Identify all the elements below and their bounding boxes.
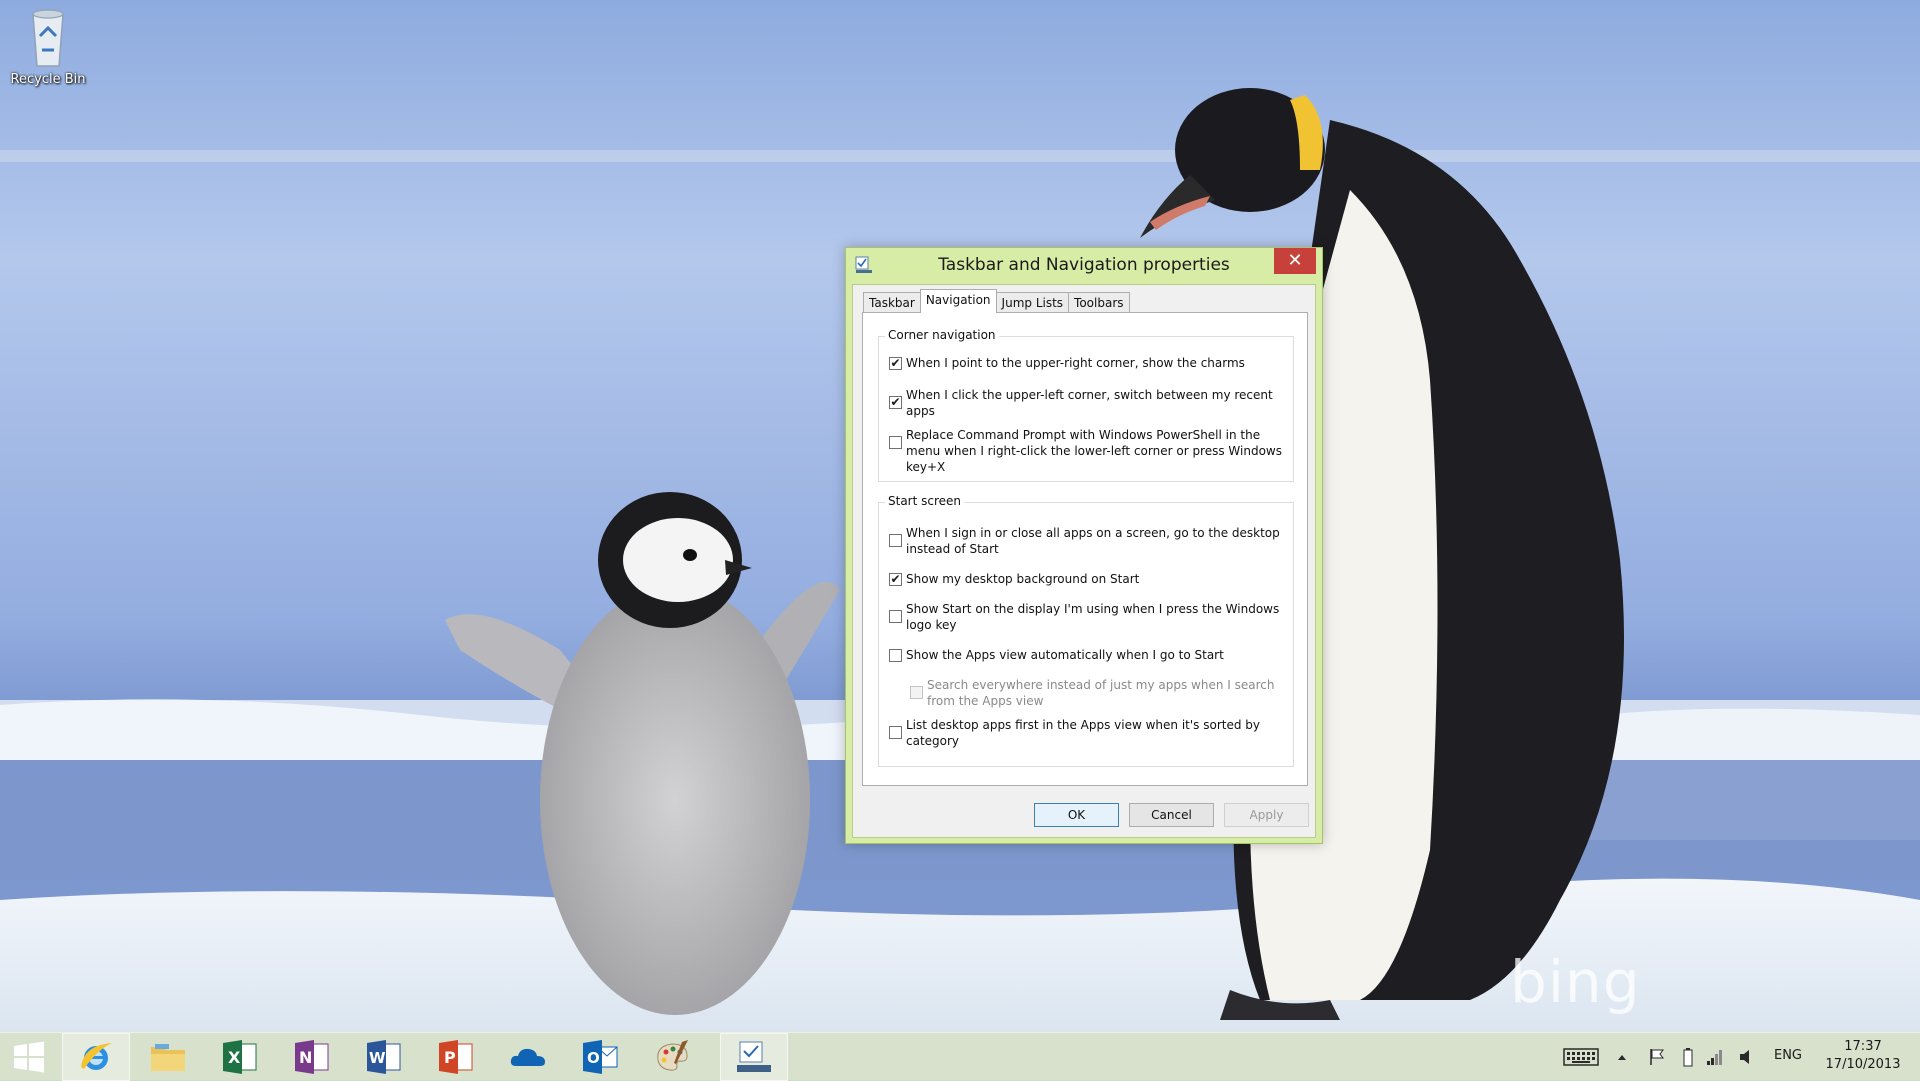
option-replace-command-prompt[interactable]: Replace Command Prompt with Windows Powe… bbox=[889, 427, 1289, 474]
switch-recent-apps-checkbox[interactable]: ✔ bbox=[889, 396, 902, 409]
word-letter: W bbox=[369, 1049, 386, 1067]
clock[interactable]: 17:37 17/10/2013 bbox=[1818, 1038, 1908, 1074]
battery-button[interactable] bbox=[1680, 1047, 1696, 1067]
word-icon: W bbox=[367, 1040, 401, 1074]
excel-icon: X bbox=[223, 1040, 257, 1074]
option-desktop-background[interactable]: ✔ Show my desktop background on Start bbox=[889, 571, 1289, 589]
onenote-letter: N bbox=[299, 1048, 312, 1067]
tab-taskbar[interactable]: Taskbar bbox=[863, 292, 921, 313]
apply-button[interactable]: Apply bbox=[1224, 803, 1309, 827]
taskbar-onedrive[interactable] bbox=[494, 1033, 562, 1081]
excel-letter: X bbox=[228, 1048, 241, 1067]
battery-icon bbox=[1683, 1048, 1693, 1067]
signal-bars-icon bbox=[1707, 1050, 1722, 1065]
desktop-background-label: Show my desktop background on Start bbox=[906, 572, 1140, 586]
clock-time: 17:37 bbox=[1844, 1039, 1882, 1054]
dialog-titlebar[interactable]: Taskbar and Navigation properties ✕ bbox=[846, 248, 1322, 284]
tab-strip: Taskbar Navigation Jump Lists Toolbars bbox=[863, 289, 1130, 313]
option-apps-view-automatically[interactable]: Show the Apps view automatically when I … bbox=[889, 647, 1289, 665]
apps-view-automatically-checkbox[interactable] bbox=[889, 649, 902, 662]
bing-watermark: bing bbox=[1510, 948, 1641, 1016]
start-button[interactable] bbox=[0, 1033, 58, 1081]
taskbar-outlook[interactable]: O bbox=[566, 1033, 634, 1081]
internet-explorer-icon bbox=[81, 1043, 112, 1070]
option-search-everywhere: Search everywhere instead of just my app… bbox=[910, 677, 1289, 711]
option-go-to-desktop[interactable]: When I sign in or close all apps on a sc… bbox=[889, 525, 1289, 559]
start-screen-legend: Start screen bbox=[885, 494, 965, 508]
search-everywhere-label: Search everywhere instead of just my app… bbox=[927, 678, 1275, 708]
option-show-start-on-display[interactable]: Show Start on the display I'm using when… bbox=[889, 601, 1289, 635]
taskbar-excel[interactable]: X bbox=[206, 1033, 274, 1081]
show-start-on-display-checkbox[interactable] bbox=[889, 610, 902, 623]
taskbar-navigation-dialog: Taskbar and Navigation properties ✕ Task… bbox=[845, 247, 1323, 844]
search-everywhere-checkbox bbox=[910, 686, 923, 699]
replace-command-prompt-checkbox[interactable] bbox=[889, 436, 902, 449]
chevron-up-icon bbox=[1618, 1055, 1626, 1060]
taskbar-word[interactable]: W bbox=[350, 1033, 418, 1081]
recycle-bin-shortcut[interactable]: Recycle Bin bbox=[6, 6, 90, 87]
close-button[interactable]: ✕ bbox=[1274, 248, 1316, 274]
recycle-bin-label: Recycle Bin bbox=[10, 72, 86, 87]
replace-command-prompt-label: Replace Command Prompt with Windows Powe… bbox=[906, 428, 1282, 474]
outlook-letter: O bbox=[587, 1049, 600, 1067]
powerpoint-letter: P bbox=[444, 1048, 456, 1067]
corner-navigation-group: Corner navigation ✔ When I point to the … bbox=[878, 328, 1294, 482]
switch-recent-apps-label: When I click the upper-left corner, swit… bbox=[906, 388, 1273, 418]
ok-button[interactable]: OK bbox=[1034, 803, 1119, 827]
taskbar-paint[interactable] bbox=[638, 1033, 706, 1081]
cloud-icon bbox=[510, 1048, 545, 1066]
network-button[interactable] bbox=[1704, 1047, 1726, 1067]
option-switch-recent-apps[interactable]: ✔ When I click the upper-left corner, sw… bbox=[889, 387, 1289, 421]
show-start-on-display-label: Show Start on the display I'm using when… bbox=[906, 602, 1280, 632]
dialog-title: Taskbar and Navigation properties bbox=[938, 255, 1230, 275]
taskbar-powerpoint[interactable]: P bbox=[422, 1033, 490, 1081]
taskbar: X N W P O ENG 17:37 17/10/2013 bbox=[0, 1032, 1920, 1081]
desktop-background-checkbox[interactable]: ✔ bbox=[889, 573, 902, 586]
go-to-desktop-checkbox[interactable] bbox=[889, 534, 902, 547]
tab-toolbars[interactable]: Toolbars bbox=[1068, 292, 1130, 313]
onenote-icon: N bbox=[295, 1040, 329, 1074]
cancel-button[interactable]: Cancel bbox=[1129, 803, 1214, 827]
list-desktop-apps-first-checkbox[interactable] bbox=[889, 726, 902, 739]
speaker-icon bbox=[1740, 1050, 1749, 1064]
outlook-icon: O bbox=[583, 1040, 618, 1074]
clock-date: 17/10/2013 bbox=[1825, 1057, 1901, 1072]
option-list-desktop-apps-first[interactable]: List desktop apps first in the Apps view… bbox=[889, 717, 1289, 751]
recycle-bin-icon bbox=[32, 9, 64, 67]
tab-navigation[interactable]: Navigation bbox=[919, 289, 997, 313]
show-charms-label: When I point to the upper-right corner, … bbox=[906, 356, 1245, 370]
input-language-indicator[interactable]: ENG bbox=[1770, 1048, 1806, 1063]
flag-icon bbox=[1650, 1049, 1664, 1065]
option-show-charms[interactable]: ✔ When I point to the upper-right corner… bbox=[889, 355, 1289, 373]
taskbar-onenote[interactable]: N bbox=[278, 1033, 346, 1081]
taskbar-taskbar-properties[interactable] bbox=[720, 1033, 788, 1081]
start-screen-group: Start screen When I sign in or close all… bbox=[878, 494, 1294, 767]
show-hidden-icons-button[interactable] bbox=[1614, 1047, 1630, 1067]
taskbar-internet-explorer[interactable] bbox=[62, 1033, 130, 1081]
keyboard-icon bbox=[1563, 1048, 1599, 1066]
dialog-client-area: Taskbar Navigation Jump Lists Toolbars C… bbox=[852, 284, 1316, 838]
list-desktop-apps-first-label: List desktop apps first in the Apps view… bbox=[906, 718, 1260, 748]
paint-palette-icon bbox=[657, 1040, 688, 1071]
powerpoint-icon: P bbox=[439, 1040, 473, 1074]
navigation-tab-panel: Corner navigation ✔ When I point to the … bbox=[862, 312, 1308, 786]
apps-view-automatically-label: Show the Apps view automatically when I … bbox=[906, 648, 1224, 662]
folder-icon bbox=[151, 1044, 185, 1071]
touch-keyboard-button[interactable] bbox=[1562, 1047, 1600, 1067]
volume-button[interactable] bbox=[1736, 1047, 1758, 1067]
corner-navigation-legend: Corner navigation bbox=[885, 328, 999, 342]
windows-logo-icon bbox=[14, 1041, 44, 1073]
taskbar-file-explorer[interactable] bbox=[134, 1033, 202, 1081]
show-charms-checkbox[interactable]: ✔ bbox=[889, 357, 902, 370]
taskbar-properties-icon bbox=[737, 1041, 771, 1072]
action-center-button[interactable] bbox=[1646, 1047, 1668, 1067]
tab-jump-lists[interactable]: Jump Lists bbox=[995, 292, 1070, 313]
go-to-desktop-label: When I sign in or close all apps on a sc… bbox=[906, 526, 1280, 556]
